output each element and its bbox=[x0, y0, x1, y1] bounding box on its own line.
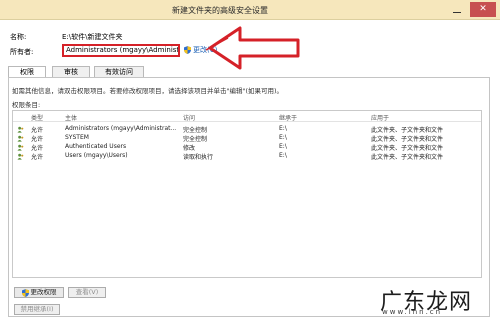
cell-type: 允许 bbox=[31, 154, 44, 161]
cell-access: 完全控制 bbox=[183, 136, 208, 143]
title-bar: 新建文件夹的高级安全设置 ✕ bbox=[0, 0, 500, 20]
cell-applies: 此文件夹、子文件夹和文件 bbox=[371, 127, 444, 134]
owner-value-highlight: Administrators (mgayy\Administrators) bbox=[62, 44, 180, 57]
view-button[interactable]: 查看(V) bbox=[68, 287, 106, 298]
table-row[interactable]: 允许 Administrators (mgayy\Administrat... … bbox=[13, 125, 481, 134]
red-arrow-annotation bbox=[205, 26, 300, 70]
user-group-icon bbox=[17, 153, 24, 160]
window-title: 新建文件夹的高级安全设置 bbox=[172, 6, 268, 15]
change-permissions-button[interactable]: 更改权限 bbox=[14, 287, 64, 298]
cell-applies: 此文件夹、子文件夹和文件 bbox=[371, 154, 444, 161]
cell-access: 修改 bbox=[183, 145, 196, 152]
info-text: 如需其他信息，请双击权限项目。若要修改权限项目，请选择该项目并单击"编辑"(如果… bbox=[12, 87, 284, 95]
owner-value: Administrators (mgayy\Administrators) bbox=[66, 46, 180, 54]
watermark: 广东龙网 www.lnn.cn bbox=[380, 280, 492, 316]
cell-principal: Users (mgayy\Users) bbox=[65, 152, 128, 159]
change-permissions-label: 更改权限 bbox=[30, 288, 57, 296]
cell-access: 完全控制 bbox=[183, 127, 208, 134]
cell-type: 允许 bbox=[31, 127, 44, 134]
cell-access: 读取和执行 bbox=[183, 154, 214, 161]
minimize-button[interactable] bbox=[450, 3, 464, 15]
user-group-icon bbox=[17, 126, 24, 133]
name-label: 名称: bbox=[10, 33, 27, 41]
cell-inherited: E:\ bbox=[279, 143, 287, 150]
user-group-icon bbox=[17, 144, 24, 151]
watermark-url: www.lnn.cn bbox=[382, 308, 443, 316]
table-row[interactable]: 允许 Authenticated Users 修改 E:\ 此文件夹、子文件夹和… bbox=[13, 143, 481, 152]
shield-icon bbox=[184, 46, 191, 54]
shield-icon bbox=[21, 288, 29, 297]
cell-applies: 此文件夹、子文件夹和文件 bbox=[371, 145, 444, 152]
cell-inherited: E:\ bbox=[279, 134, 287, 141]
cell-principal: SYSTEM bbox=[65, 134, 89, 141]
cell-type: 允许 bbox=[31, 136, 44, 143]
owner-label: 所有者: bbox=[10, 48, 34, 56]
cell-principal: Authenticated Users bbox=[65, 143, 127, 150]
close-button[interactable]: ✕ bbox=[470, 2, 496, 17]
disable-inheritance-button[interactable]: 禁用继承(I) bbox=[14, 304, 60, 315]
table-row[interactable]: 允许 Users (mgayy\Users) 读取和执行 E:\ 此文件夹、子文… bbox=[13, 152, 481, 161]
cell-principal: Administrators (mgayy\Administrat... bbox=[65, 125, 177, 132]
user-group-icon bbox=[17, 135, 24, 142]
cell-type: 允许 bbox=[31, 145, 44, 152]
permission-entries-list[interactable]: 类型 主体 访问 继承于 应用于 允许 Administrators (mgay… bbox=[12, 110, 482, 278]
cell-inherited: E:\ bbox=[279, 125, 287, 132]
permission-entries-title: 权限条目: bbox=[12, 101, 41, 109]
table-row[interactable]: 允许 SYSTEM 完全控制 E:\ 此文件夹、子文件夹和文件 bbox=[13, 134, 481, 143]
header-divider bbox=[13, 121, 481, 122]
name-value: E:\软件\新建文件夹 bbox=[62, 33, 123, 41]
cell-applies: 此文件夹、子文件夹和文件 bbox=[371, 136, 444, 143]
cell-inherited: E:\ bbox=[279, 152, 287, 159]
